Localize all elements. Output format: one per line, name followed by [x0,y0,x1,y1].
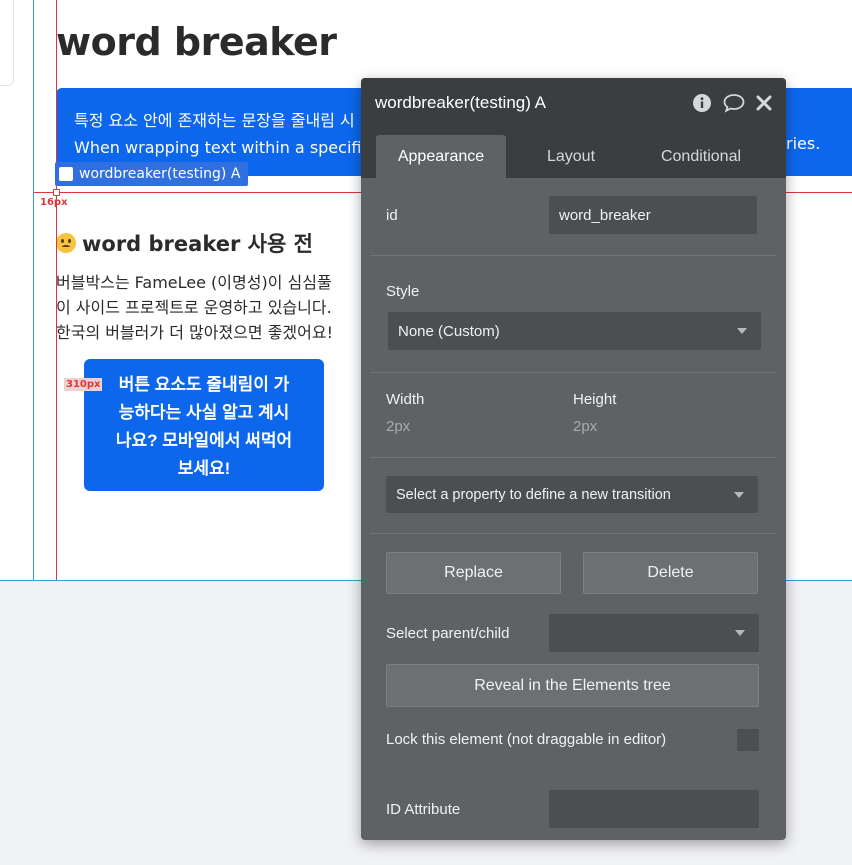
property-editor[interactable]: wordbreaker(testing) A Appearance Layout… [361,78,786,840]
section-heading[interactable]: word breaker 사용 전 [56,228,313,258]
height-label: Height [573,391,617,408]
width-value[interactable]: 2px [386,418,410,435]
transition-select[interactable]: Select a property to define a new transi… [386,476,758,513]
height-value[interactable]: 2px [573,418,597,435]
cta-line: 나요? 모바일에서 써먹어 [115,431,293,450]
id-attribute-label: ID Attribute [386,801,461,818]
transition-select-placeholder: Select a property to define a new transi… [396,486,671,503]
left-rail [0,0,14,86]
section-divider [370,457,777,458]
distance-label-top: 16px [40,197,68,208]
element-checkbox-icon [59,167,73,181]
section-divider [370,255,777,256]
distance-label-left: 310px [64,378,103,391]
selected-element-name: wordbreaker(testing) A [79,166,241,182]
lock-element-checkbox[interactable] [737,729,759,751]
width-label: Width [386,391,425,408]
body-line: 버블박스는 FameLee (이명성)이 심심풀 [56,273,332,292]
style-select[interactable]: None (Custom) [388,312,761,350]
section-heading-text: word breaker 사용 전 [82,232,313,256]
info-icon[interactable] [692,93,712,113]
body-line: 한국의 버블러가 더 많아졌으면 좋겠어요! [56,323,333,342]
comment-icon[interactable] [722,93,746,113]
property-editor-header[interactable]: wordbreaker(testing) A [361,78,786,128]
selected-element-label[interactable]: wordbreaker(testing) A [55,162,249,186]
property-editor-title: wordbreaker(testing) A [375,93,547,112]
replace-button[interactable]: Replace [386,552,561,594]
info-line-tail: ries. [786,134,821,153]
style-select-value: None (Custom) [398,322,500,340]
selection-handle[interactable] [53,189,60,196]
page-margin-guide [33,0,34,580]
chevron-down-icon [734,491,744,498]
page-title[interactable]: word breaker [56,20,337,64]
body-line: 이 사이드 프로젝트로 운영하고 있습니다. [56,298,332,317]
section-divider [370,372,777,373]
cta-button[interactable]: 버튼 요소도 줄내림이 가 능하다는 사실 알고 계시 나요? 모바일에서 써먹… [84,359,324,491]
cta-line: 버튼 요소도 줄내림이 가 [118,375,290,394]
id-label: id [386,207,398,224]
cta-line: 능하다는 사실 알고 계시 [118,403,290,422]
parent-child-label: Select parent/child [386,625,510,642]
id-attribute-input[interactable] [549,790,759,828]
parent-child-select[interactable] [549,614,759,652]
distance-guide-vertical [56,0,57,580]
chevron-down-icon [735,630,745,636]
lock-element-label: Lock this element (not draggable in edit… [386,731,667,748]
frowning-face-icon [56,233,76,253]
body-paragraph[interactable]: 버블박스는 FameLee (이명성)이 심심풀 이 사이드 프로젝트로 운영하… [56,270,366,345]
cta-line: 보세요! [177,459,231,478]
chevron-down-icon [737,328,747,334]
style-label: Style [386,283,420,300]
tab-conditional[interactable]: Conditional [636,135,766,178]
tab-layout[interactable]: Layout [511,135,631,178]
id-input[interactable]: word_breaker [549,196,757,234]
tab-appearance[interactable]: Appearance [376,135,506,178]
close-icon[interactable] [756,95,772,111]
section-divider [370,533,777,534]
reveal-in-elements-tree-button[interactable]: Reveal in the Elements tree [386,664,759,707]
delete-button[interactable]: Delete [583,552,758,594]
property-tabs: Appearance Layout Conditional [361,128,786,178]
